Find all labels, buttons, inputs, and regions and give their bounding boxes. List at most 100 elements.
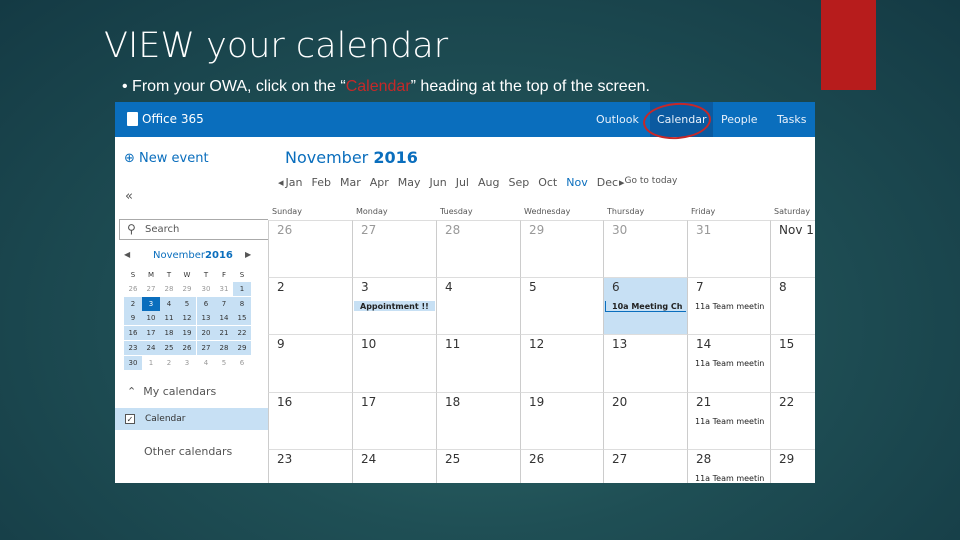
- day-cell[interactable]: 3 Appointment !!: [352, 277, 436, 334]
- day-cell[interactable]: 23: [268, 449, 352, 483]
- mini-day[interactable]: 30: [197, 282, 215, 296]
- mini-day[interactable]: 26: [178, 340, 196, 355]
- mini-day[interactable]: 4: [160, 296, 178, 311]
- calendar-event[interactable]: 11a Team meetin: [689, 301, 769, 311]
- mini-day[interactable]: 1: [233, 282, 251, 296]
- day-cell[interactable]: 19: [520, 392, 603, 449]
- month-link[interactable]: Feb: [312, 176, 331, 189]
- day-cell[interactable]: 5: [520, 277, 603, 334]
- search-input[interactable]: ⚲ Search: [119, 219, 268, 240]
- mini-day[interactable]: 12: [178, 311, 196, 326]
- day-cell[interactable]: 25: [436, 449, 520, 483]
- mini-day[interactable]: 7: [215, 296, 233, 311]
- day-cell[interactable]: 4: [436, 277, 520, 334]
- mini-day[interactable]: 18: [160, 326, 178, 341]
- calendar-event[interactable]: 10a Meeting Ch: [605, 301, 686, 312]
- day-cell[interactable]: 27: [352, 220, 436, 277]
- month-link[interactable]: Jul: [456, 176, 469, 189]
- office-logo[interactable]: Office 365: [127, 112, 204, 126]
- calendar-list-item[interactable]: ✓ Calendar: [115, 408, 268, 430]
- mini-day[interactable]: 3: [142, 296, 160, 311]
- day-cell[interactable]: 14 11a Team meetin: [687, 334, 770, 392]
- mini-day[interactable]: 5: [215, 356, 233, 370]
- my-calendars-header[interactable]: ⌃ My calendars: [127, 385, 216, 398]
- mini-day[interactable]: 27: [142, 282, 160, 296]
- mini-day[interactable]: 13: [197, 311, 215, 326]
- nav-tasks[interactable]: Tasks: [777, 113, 806, 126]
- mini-day[interactable]: 27: [197, 340, 215, 355]
- day-cell[interactable]: 26: [520, 449, 603, 483]
- day-cell[interactable]: 27: [603, 449, 687, 483]
- mini-day[interactable]: 5: [178, 296, 196, 311]
- day-cell[interactable]: 18: [436, 392, 520, 449]
- mini-day[interactable]: 8: [233, 296, 251, 311]
- mini-day[interactable]: 2: [160, 356, 178, 370]
- mini-day[interactable]: 1: [142, 356, 160, 370]
- day-cell[interactable]: 2: [268, 277, 352, 334]
- day-cell[interactable]: 29: [520, 220, 603, 277]
- month-link[interactable]: Apr: [370, 176, 389, 189]
- checkbox-checked-icon[interactable]: ✓: [125, 414, 135, 424]
- month-link[interactable]: Mar: [340, 176, 361, 189]
- mini-day[interactable]: 22: [233, 326, 251, 341]
- mini-day[interactable]: 28: [160, 282, 178, 296]
- nav-outlook[interactable]: Outlook: [596, 113, 639, 126]
- prev-month-icon[interactable]: ◀: [124, 250, 130, 259]
- month-link[interactable]: Sep: [508, 176, 529, 189]
- day-cell[interactable]: Nov 1: [770, 220, 815, 277]
- day-cell[interactable]: 11: [436, 334, 520, 392]
- mini-day[interactable]: 28: [215, 340, 233, 355]
- mini-day[interactable]: 4: [197, 356, 215, 370]
- mini-day[interactable]: 20: [197, 326, 215, 341]
- day-cell[interactable]: 28: [436, 220, 520, 277]
- day-cell[interactable]: 31: [687, 220, 770, 277]
- mini-day[interactable]: 21: [215, 326, 233, 341]
- month-link[interactable]: May: [398, 176, 421, 189]
- day-cell[interactable]: 9: [268, 334, 352, 392]
- mini-day[interactable]: 15: [233, 311, 251, 326]
- day-cell[interactable]: 29: [770, 449, 815, 483]
- month-link[interactable]: Aug: [478, 176, 499, 189]
- mini-day[interactable]: 16: [124, 326, 142, 341]
- mini-day[interactable]: 31: [215, 282, 233, 296]
- day-cell[interactable]: 10: [352, 334, 436, 392]
- day-cell[interactable]: 6 10a Meeting Ch: [603, 277, 687, 334]
- day-cell[interactable]: 22: [770, 392, 815, 449]
- calendar-event[interactable]: Appointment !!: [354, 301, 435, 311]
- day-cell[interactable]: 8: [770, 277, 815, 334]
- day-cell[interactable]: 20: [603, 392, 687, 449]
- mini-day[interactable]: 6: [233, 356, 251, 370]
- calendar-event[interactable]: 11a Team meetin: [689, 416, 769, 426]
- mini-day[interactable]: 29: [178, 282, 196, 296]
- day-cell[interactable]: 17: [352, 392, 436, 449]
- mini-day[interactable]: 29: [233, 340, 251, 355]
- mini-day[interactable]: 17: [142, 326, 160, 341]
- month-link[interactable]: Jan: [286, 176, 303, 189]
- day-cell[interactable]: 15: [770, 334, 815, 392]
- day-cell[interactable]: 12: [520, 334, 603, 392]
- day-cell[interactable]: 24: [352, 449, 436, 483]
- month-link[interactable]: Nov: [566, 176, 587, 189]
- day-cell[interactable]: 7 11a Team meetin: [687, 277, 770, 334]
- day-cell[interactable]: 13: [603, 334, 687, 392]
- month-link[interactable]: Oct: [538, 176, 557, 189]
- prev-icon[interactable]: ◂: [278, 176, 284, 189]
- mini-day[interactable]: 2: [124, 296, 142, 311]
- day-cell[interactable]: 28 11a Team meetin: [687, 449, 770, 483]
- mini-day[interactable]: 10: [142, 311, 160, 326]
- mini-day[interactable]: 9: [124, 311, 142, 326]
- mini-day[interactable]: 24: [142, 340, 160, 355]
- mini-day[interactable]: 25: [160, 340, 178, 355]
- mini-day[interactable]: 14: [215, 311, 233, 326]
- mini-day[interactable]: 11: [160, 311, 178, 326]
- go-to-today-link[interactable]: Go to today: [625, 176, 678, 189]
- nav-people[interactable]: People: [721, 113, 758, 126]
- mini-day[interactable]: 6: [197, 296, 215, 311]
- next-month-icon[interactable]: ▶: [245, 250, 251, 259]
- mini-day[interactable]: 26: [124, 282, 142, 296]
- collapse-pane-button[interactable]: «: [125, 189, 133, 204]
- mini-day[interactable]: 30: [124, 355, 142, 370]
- day-cell[interactable]: 16: [268, 392, 352, 449]
- other-calendars-header[interactable]: Other calendars: [144, 445, 232, 458]
- mini-day[interactable]: 3: [178, 356, 196, 370]
